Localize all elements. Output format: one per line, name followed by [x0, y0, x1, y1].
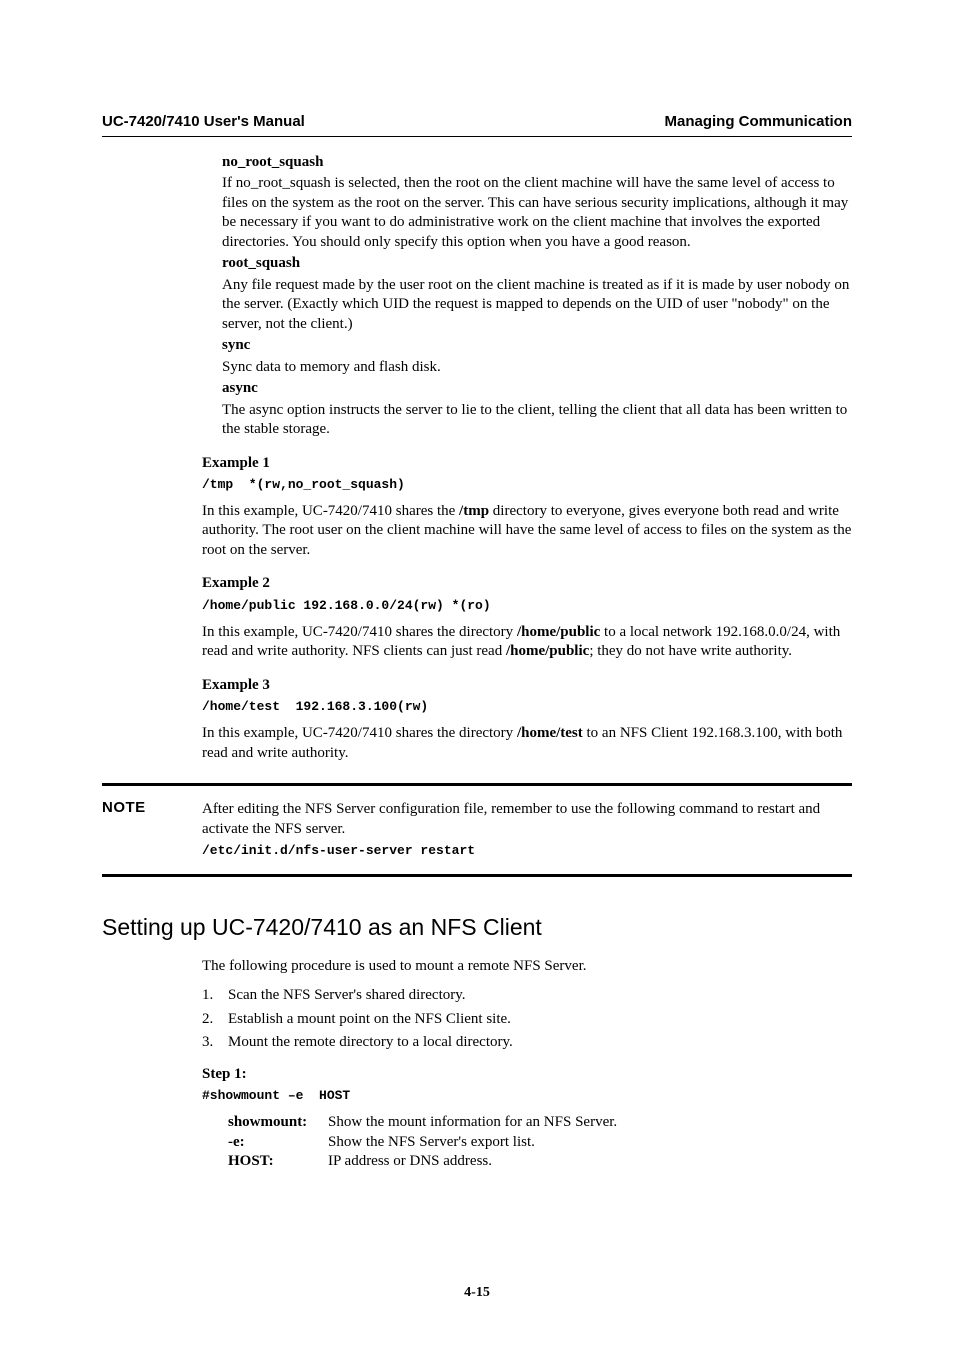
text: ; they do not have write authority. [589, 643, 792, 659]
def-term: HOST: [228, 1152, 328, 1172]
text: Establish a mount point on the NFS Clien… [228, 1010, 511, 1030]
page-header: UC-7420/7410 User's Manual Managing Comm… [102, 112, 852, 137]
header-right: Managing Communication [665, 112, 853, 132]
definition-row: HOST: IP address or DNS address. [228, 1152, 852, 1172]
def-term: -e: [228, 1133, 328, 1153]
text: 2. [202, 1010, 228, 1030]
definition-row: -e: Show the NFS Server's export list. [228, 1133, 852, 1153]
example3-code: /home/test 192.168.3.100(rw) [202, 699, 852, 716]
example2-title: Example 2 [202, 574, 852, 594]
opt-root-squash-body: Any file request made by the user root o… [222, 276, 852, 335]
definition-row: showmount: Show the mount information fo… [228, 1113, 852, 1133]
text: Mount the remote directory to a local di… [228, 1033, 513, 1053]
options-list: no_root_squash If no_root_squash is sele… [222, 153, 852, 440]
def-term: showmount: [228, 1113, 328, 1133]
text: In this example, UC-7420/7410 shares the… [202, 624, 517, 640]
list-item: 2.Establish a mount point on the NFS Cli… [202, 1010, 852, 1030]
opt-sync-body: Sync data to memory and flash disk. [222, 358, 852, 378]
section2-intro: The following procedure is used to mount… [202, 957, 852, 977]
example1-path: /tmp [459, 503, 489, 519]
opt-async-title: async [222, 379, 852, 399]
example3-title: Example 3 [202, 676, 852, 696]
example1-code: /tmp *(rw,no_root_squash) [202, 477, 852, 494]
def-desc: IP address or DNS address. [328, 1152, 492, 1172]
section-nfs-client-title: Setting up UC-7420/7410 as an NFS Client [102, 913, 852, 943]
example1-title: Example 1 [202, 454, 852, 474]
note-code: /etc/init.d/nfs-user-server restart [202, 843, 852, 860]
page-number: 4-15 [0, 1284, 954, 1302]
step1-label: Step 1: [202, 1065, 852, 1085]
example2-body: In this example, UC-7420/7410 shares the… [202, 623, 852, 662]
example2-code: /home/public 192.168.0.0/24(rw) *(ro) [202, 598, 852, 615]
def-desc: Show the NFS Server's export list. [328, 1133, 535, 1153]
text: In this example, UC-7420/7410 shares the [202, 503, 459, 519]
opt-async-body: The async option instructs the server to… [222, 401, 852, 440]
section2-steps: 1.Scan the NFS Server's shared directory… [202, 986, 852, 1053]
opt-no-root-squash-body: If no_root_squash is selected, then the … [222, 174, 852, 252]
example1-body: In this example, UC-7420/7410 shares the… [202, 502, 852, 561]
header-left: UC-7420/7410 User's Manual [102, 112, 305, 132]
text: Scan the NFS Server's shared directory. [228, 986, 466, 1006]
note-block: NOTE After editing the NFS Server config… [102, 783, 852, 877]
note-body: After editing the NFS Server configurati… [202, 800, 852, 839]
text: 3. [202, 1033, 228, 1053]
example2-path1: /home/public [517, 624, 600, 640]
text: 1. [202, 986, 228, 1006]
opt-root-squash-title: root_squash [222, 254, 852, 274]
opt-no-root-squash-title: no_root_squash [222, 153, 852, 173]
list-item: 1.Scan the NFS Server's shared directory… [202, 986, 852, 1006]
step1-code: #showmount –e HOST [202, 1088, 852, 1105]
opt-sync-title: sync [222, 336, 852, 356]
example2-path2: /home/public [506, 643, 589, 659]
note-label: NOTE [102, 798, 202, 818]
example3-path: /home/test [517, 725, 583, 741]
example3-body: In this example, UC-7420/7410 shares the… [202, 724, 852, 763]
list-item: 3.Mount the remote directory to a local … [202, 1033, 852, 1053]
def-desc: Show the mount information for an NFS Se… [328, 1113, 617, 1133]
text: In this example, UC-7420/7410 shares the… [202, 725, 517, 741]
definitions: showmount: Show the mount information fo… [228, 1113, 852, 1172]
